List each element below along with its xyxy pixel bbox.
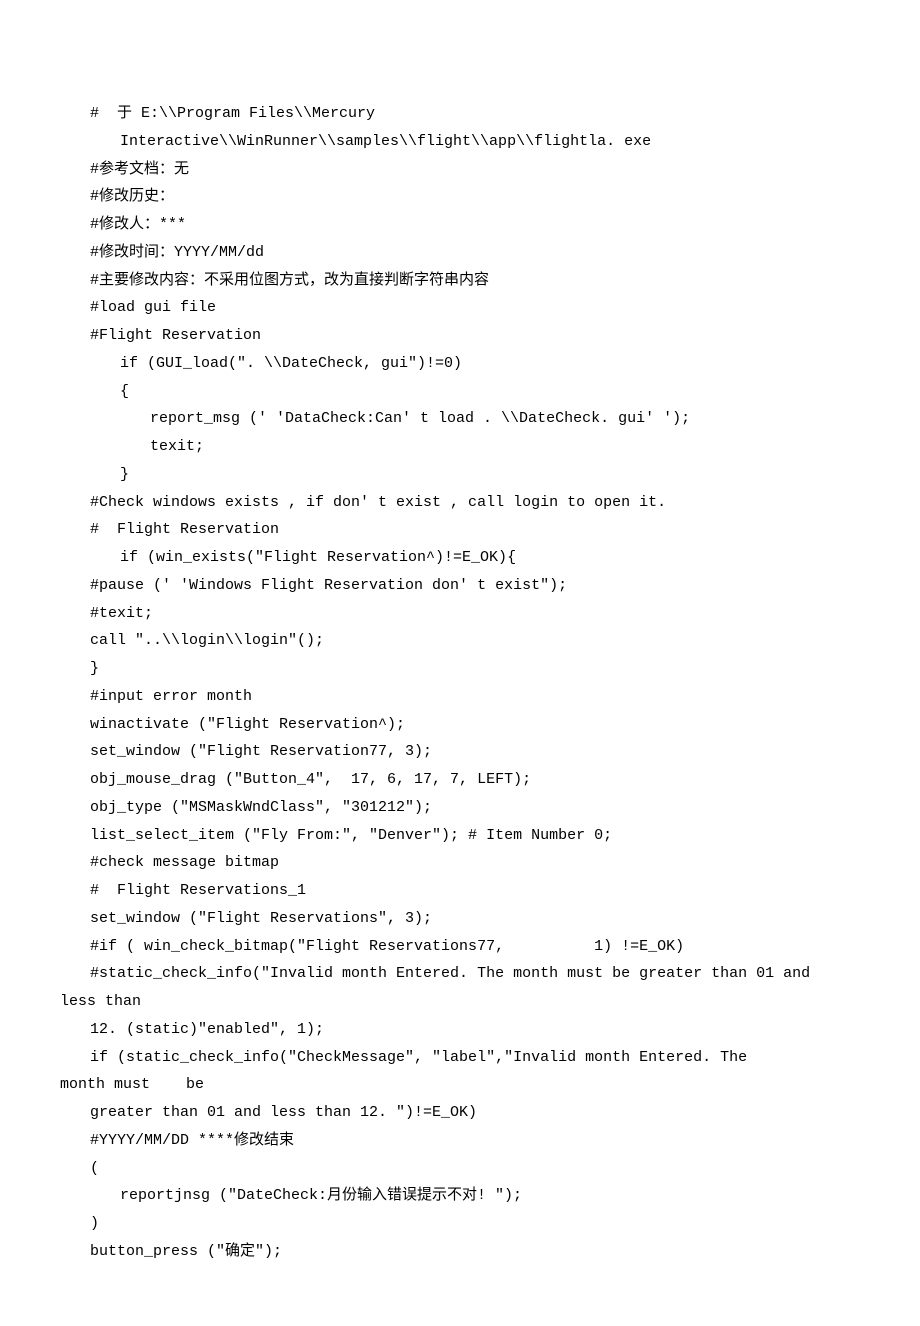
code-line-25: obj_type ("MSMaskWndClass", "301212"); xyxy=(60,794,860,822)
code-line-19: call "..\\login\\login"(); xyxy=(60,627,860,655)
code-line-28: # Flight Reservations_1 xyxy=(60,877,860,905)
code-line-2: #参考文档：无 xyxy=(60,156,860,184)
code-line-41: ) xyxy=(60,1210,860,1238)
code-line-39: ( xyxy=(60,1155,860,1183)
code-line-15: # Flight Reservation xyxy=(60,516,860,544)
code-line-35: if (static_check_info("CheckMessage", "l… xyxy=(60,1044,860,1072)
code-line-42: button_press ("确定"); xyxy=(60,1238,860,1266)
code-line-20: } xyxy=(60,655,860,683)
code-line-29: set_window ("Flight Reservations", 3); xyxy=(60,905,860,933)
code-line-3: #修改历史： xyxy=(60,183,860,211)
code-line-27: #check message bitmap xyxy=(60,849,860,877)
code-line-36: month must be xyxy=(60,1071,860,1099)
document-page: # 于 E:\\Program Files\\MercuryInteractiv… xyxy=(0,0,920,1326)
code-line-33: less than xyxy=(60,988,860,1016)
code-line-24: obj_mouse_drag ("Button_4", 17, 6, 17, 7… xyxy=(60,766,860,794)
code-line-26: list_select_item ("Fly From:", "Denver")… xyxy=(60,822,860,850)
code-line-40: reportjnsg ("DateCheck:月份输入错误提示不对! "); xyxy=(60,1182,860,1210)
code-line-1: Interactive\\WinRunner\\samples\\flight\… xyxy=(60,128,860,156)
code-line-38: #YYYY/MM/DD ****修改结束 xyxy=(60,1127,860,1155)
code-line-8: #Flight Reservation xyxy=(60,322,860,350)
code-line-34: 12. (static)"enabled", 1); xyxy=(60,1016,860,1044)
code-line-37: greater than 01 and less than 12. ")!=E_… xyxy=(60,1099,860,1127)
code-line-21: #input error month xyxy=(60,683,860,711)
code-line-7: #load gui file xyxy=(60,294,860,322)
code-line-6: #主要修改内容：不采用位图方式，改为直接判断字符串内容 xyxy=(60,267,860,295)
code-line-10: { xyxy=(60,378,860,406)
code-line-17: #pause (' 'Windows Flight Reservation do… xyxy=(60,572,860,600)
code-line-11: report_msg (' 'DataCheck:Can' t load . \… xyxy=(60,405,860,433)
code-block: # 于 E:\\Program Files\\MercuryInteractiv… xyxy=(60,100,860,1266)
code-line-18: #texit; xyxy=(60,600,860,628)
code-line-31: #if ( win_check_bitmap("Flight Reservati… xyxy=(60,933,860,961)
code-line-14: #Check windows exists , if don' t exist … xyxy=(60,489,860,517)
code-line-16: if (win_exists("Flight Reservation^)!=E_… xyxy=(60,544,860,572)
code-line-22: winactivate ("Flight Reservation^); xyxy=(60,711,860,739)
code-line-4: #修改人：*** xyxy=(60,211,860,239)
code-line-0: # 于 E:\\Program Files\\Mercury xyxy=(60,100,860,128)
code-line-5: #修改时间：YYYY/MM/dd xyxy=(60,239,860,267)
code-line-32: #static_check_info("Invalid month Entere… xyxy=(60,960,860,988)
code-line-23: set_window ("Flight Reservation77, 3); xyxy=(60,738,860,766)
code-line-9: if (GUI_load(". \\DateCheck, gui")!=0) xyxy=(60,350,860,378)
code-line-13: } xyxy=(60,461,860,489)
code-line-12: texit; xyxy=(60,433,860,461)
